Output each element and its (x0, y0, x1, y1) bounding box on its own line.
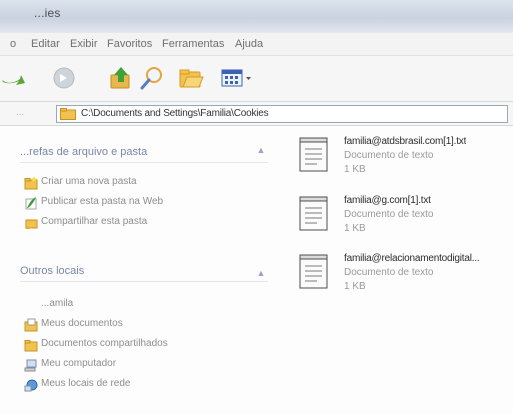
task-label: Publicar esta pasta na Web (41, 196, 164, 207)
search-icon (140, 67, 162, 90)
menu-view[interactable]: Exibir (70, 38, 98, 50)
menu-tools[interactable]: Ferramentas (162, 38, 224, 50)
menu-favorites[interactable]: Favoritos (107, 38, 152, 50)
shared-documents-icon (24, 340, 38, 352)
place-label: Meus documentos (41, 318, 123, 329)
documents-folder-icon (24, 318, 38, 332)
views-icon (221, 69, 251, 87)
folders-icon (179, 69, 204, 88)
up-folder-button[interactable] (107, 64, 135, 92)
menu-file[interactable]: o (10, 38, 16, 50)
back-arrow-icon (2, 75, 25, 85)
address-path: C:\Documents and Settings\Familia\Cookie… (81, 108, 269, 119)
menu-help[interactable]: Ajuda (235, 38, 263, 50)
file-type: Documento de texto (344, 209, 434, 220)
dropdown-arrow-icon (246, 77, 251, 80)
text-document-icon (299, 254, 328, 289)
menu-bar: o Editar Exibir Favoritos Ferramentas Aj… (0, 33, 513, 56)
up-folder-icon (110, 67, 130, 89)
place-label: ...amila (41, 298, 74, 309)
window-title: ...ies (34, 6, 61, 20)
folders-button[interactable] (177, 64, 205, 92)
file-size: 1 KB (344, 164, 366, 175)
place-label: Documentos compartilhados (41, 338, 168, 349)
network-places-icon (24, 379, 38, 392)
forward-button[interactable] (50, 64, 78, 92)
new-folder-icon (24, 176, 38, 190)
file-list: familia@atdsbrasil.com[1].txt Documento … (283, 127, 513, 414)
file-name: familia@relacionamentodigital... (344, 253, 480, 264)
address-label: ... (16, 107, 25, 118)
menu-edit[interactable]: Editar (31, 38, 60, 50)
search-button[interactable] (138, 64, 166, 92)
section-title: ...refas de arquivo e pasta (20, 146, 148, 158)
file-folder-tasks-header[interactable]: ...refas de arquivo e pasta ▲ (20, 143, 268, 163)
file-type: Documento de texto (344, 150, 434, 161)
file-item[interactable]: familia@relacionamentodigital... Documen… (299, 253, 513, 309)
views-button[interactable] (220, 64, 254, 92)
text-document-icon (299, 196, 328, 231)
file-size: 1 KB (344, 281, 366, 292)
toolbar (0, 56, 513, 102)
forward-arrow-icon (53, 67, 75, 89)
user-folder-icon (24, 298, 38, 312)
other-places-header[interactable]: Outros locais ▲ (20, 262, 268, 282)
address-bar: ... C:\Documents and Settings\Familia\Co… (0, 102, 513, 126)
collapse-chevron-icon[interactable]: ▲ (254, 266, 268, 280)
file-size: 1 KB (344, 223, 366, 234)
folder-icon (60, 108, 76, 120)
title-bar: ...ies (0, 0, 513, 33)
collapse-chevron-icon[interactable]: ▲ (254, 143, 268, 157)
publish-web-icon (25, 197, 37, 210)
task-pane: ...refas de arquivo e pasta ▲ Criar uma … (0, 127, 283, 414)
file-type: Documento de texto (344, 267, 434, 278)
file-item[interactable]: familia@g.com[1].txt Documento de texto … (299, 195, 513, 251)
task-label: Compartilhar esta pasta (41, 216, 148, 227)
task-label: Criar uma nova pasta (41, 176, 137, 187)
section-title: Outros locais (20, 265, 85, 277)
place-label: Meu computador (41, 358, 117, 369)
text-document-icon (299, 137, 328, 172)
file-name: familia@g.com[1].txt (344, 195, 431, 206)
file-item[interactable]: familia@atdsbrasil.com[1].txt Documento … (299, 136, 513, 192)
back-button[interactable] (0, 64, 26, 92)
my-computer-icon (24, 359, 37, 372)
file-name: familia@atdsbrasil.com[1].txt (344, 136, 467, 147)
address-field[interactable]: C:\Documents and Settings\Familia\Cookie… (56, 105, 508, 123)
place-label: Meus locais de rede (41, 378, 131, 389)
share-folder-icon (25, 219, 38, 229)
